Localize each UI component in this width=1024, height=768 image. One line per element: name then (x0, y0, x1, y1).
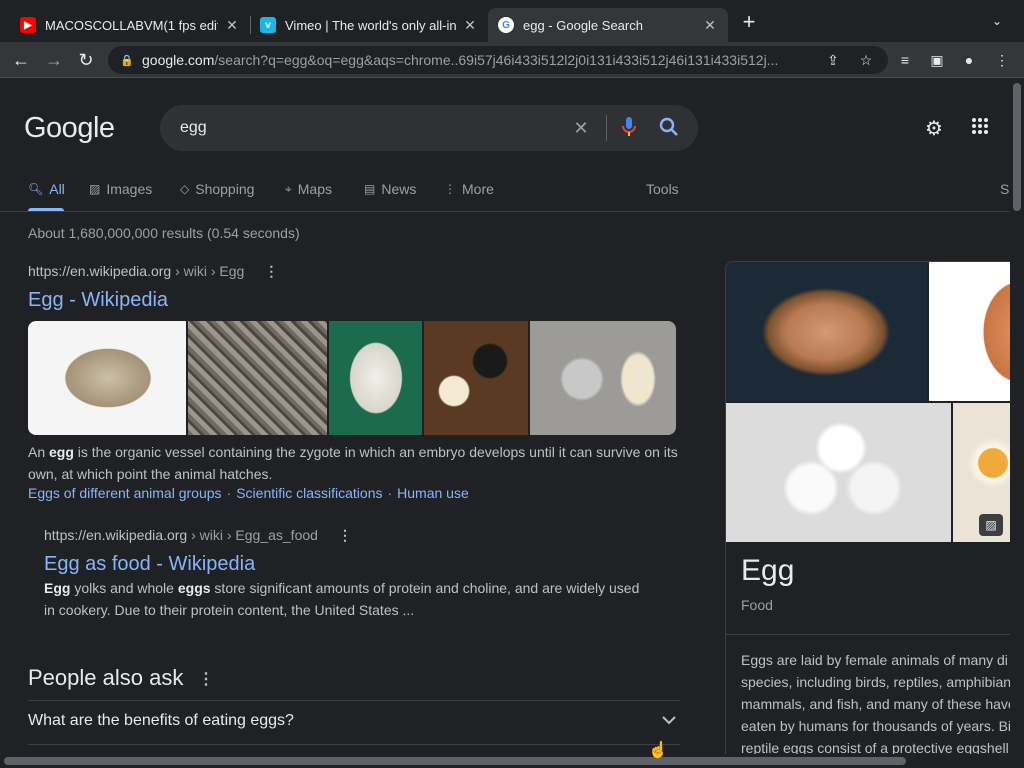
search-input[interactable] (180, 119, 560, 137)
divider (28, 700, 680, 701)
tools-button[interactable]: Tools (646, 180, 679, 198)
result-cite[interactable]: https://en.wikipedia.org › wiki › Egg ⋮ (28, 263, 278, 280)
url-path: /search?q=egg&oq=egg&aqs=chrome..69i57j4… (214, 52, 779, 68)
close-icon[interactable]: ✕ (702, 17, 718, 34)
reload-icon[interactable]: ↻ (75, 49, 97, 71)
scrollbar-thumb[interactable] (1013, 83, 1021, 211)
profile-icon[interactable]: ● (959, 50, 979, 70)
tab-search-chevron-icon[interactable]: ⌄ (992, 14, 1002, 28)
browser-menu-icon[interactable]: ⋮ (992, 50, 1012, 70)
egg-image[interactable] (529, 321, 676, 435)
hand-cursor-icon: ☝ (648, 742, 668, 759)
tab-shopping[interactable]: ◇ Shopping (180, 180, 254, 198)
vimeo-icon: v (260, 17, 276, 33)
result-cite[interactable]: https://en.wikipedia.org › wiki › Egg_as… (44, 527, 352, 544)
result-snippet: Egg yolks and whole eggs store significa… (44, 580, 640, 618)
search-box-divider (606, 115, 607, 141)
bookmark-star-icon[interactable]: ☆ (856, 50, 876, 70)
tab-images[interactable]: ▨ Images (89, 180, 152, 198)
close-icon[interactable]: ✕ (224, 17, 240, 34)
result-title-link[interactable]: Egg - Wikipedia (28, 289, 168, 312)
paa-options-icon[interactable]: ⋮ (198, 669, 214, 689)
pin-icon: ⌖ (285, 181, 292, 196)
back-arrow-icon[interactable]: ← (10, 49, 32, 71)
kebab-icon: ⋮ (444, 182, 456, 196)
people-also-ask-title: People also ask (28, 665, 184, 690)
egg-image[interactable] (188, 321, 328, 435)
sitelink[interactable]: Scientific classifications (236, 485, 382, 501)
browser-tab-strip: ▶ MACOSCOLLABVM(1 fps editio ✕ v Vimeo |… (0, 0, 1024, 42)
google-icon: G (498, 17, 514, 33)
tab-title: Vimeo | The world's only all-in- (285, 17, 456, 33)
side-panel-icon[interactable]: ▣ (927, 50, 947, 70)
settings-gear-icon[interactable]: ⚙ (922, 117, 946, 141)
image-icon: ▨ (89, 182, 101, 196)
egg-image[interactable] (929, 262, 1010, 401)
address-bar[interactable]: 🔒 google.com /search?q=egg&oq=egg&aqs=ch… (108, 46, 888, 74)
sitelink[interactable]: Human use (397, 485, 469, 501)
share-icon[interactable]: ⇪ (823, 50, 843, 70)
knowledge-panel-description: Eggs are laid by female animals of many … (741, 652, 1010, 754)
horizontal-scrollbar[interactable] (0, 754, 1024, 768)
url-domain: google.com (142, 52, 215, 68)
safesearch-clipped-label[interactable]: S (1000, 180, 1009, 198)
microphone-icon[interactable] (618, 117, 640, 139)
paa-question[interactable]: What are the benefits of eating eggs? (28, 712, 680, 730)
white-eggs-image[interactable] (726, 403, 951, 542)
egg-image[interactable] (28, 321, 187, 435)
scrollbar-thumb[interactable] (4, 757, 906, 765)
clear-icon[interactable]: ✕ (570, 117, 592, 139)
tab-news[interactable]: ▤ News (364, 180, 416, 198)
tab-more[interactable]: ⋮ More (444, 180, 494, 198)
tab-maps[interactable]: ⌖ Maps (285, 180, 332, 198)
search-icon: 🔍︎ (28, 182, 44, 196)
search-icon[interactable] (658, 117, 680, 139)
knowledge-panel: ▨ Egg Food Eggs are laid by female anima… (725, 261, 1010, 754)
divider (726, 634, 1010, 635)
search-tabs: 🔍︎ All ▨ Images ◇ Shopping ⌖ Maps ▤ News ⋮ Mor… (0, 175, 1010, 212)
egg-image[interactable] (329, 321, 423, 435)
browser-toolbar: ← → ↻ 🔒 google.com /search?q=egg&oq=egg&… (0, 42, 1024, 78)
chevron-down-icon (662, 712, 676, 728)
news-icon: ▤ (364, 182, 376, 196)
browser-tab-vimeo[interactable]: v Vimeo | The world's only all-in- ✕ (250, 8, 488, 42)
tab-title: egg - Google Search (523, 17, 643, 33)
media-controls-icon[interactable]: ≡ (895, 50, 915, 70)
search-results-page: Google ✕ ⚙ 🔍︎All ▨Images ◇Shopping ⌖Maps… (0, 79, 1010, 754)
knowledge-panel-title: Egg (741, 554, 795, 587)
lock-icon: 🔒 (120, 54, 134, 67)
result-stats: About 1,680,000,000 results (0.54 second… (28, 225, 300, 241)
result-snippet: An egg is the organic vessel containing … (28, 444, 678, 482)
tab-title: MACOSCOLLABVM(1 fps editio (45, 17, 218, 33)
sitelink[interactable]: Eggs of different animal groups (28, 485, 222, 501)
sitelinks: Eggs of different animal groups · Scientif… (28, 485, 469, 501)
result-options-icon[interactable]: ⋮ (338, 527, 352, 543)
result-title-link[interactable]: Egg as food - Wikipedia (44, 553, 255, 576)
apps-grid-icon[interactable] (968, 117, 992, 141)
divider (28, 744, 680, 745)
google-logo[interactable]: Google (24, 112, 115, 145)
result-options-icon[interactable]: ⋮ (264, 263, 278, 279)
close-icon[interactable]: ✕ (462, 17, 478, 34)
egg-basket-image[interactable] (726, 262, 927, 401)
result-image-strip (28, 321, 676, 435)
tab-all[interactable]: 🔍︎ All (28, 180, 65, 198)
vertical-scrollbar[interactable] (1010, 79, 1024, 754)
youtube-icon: ▶ (20, 17, 36, 33)
forward-arrow-icon[interactable]: → (43, 49, 65, 71)
search-box[interactable]: ✕ (160, 105, 698, 151)
new-tab-button[interactable]: + (738, 11, 760, 34)
active-tab-indicator (28, 208, 64, 211)
more-images-icon[interactable]: ▨ (979, 514, 1003, 536)
knowledge-panel-subtitle: Food (741, 597, 773, 613)
tag-icon: ◇ (180, 182, 190, 196)
egg-image[interactable] (424, 321, 528, 435)
browser-tab-google[interactable]: G egg - Google Search ✕ (488, 8, 728, 42)
browser-tab-youtube[interactable]: ▶ MACOSCOLLABVM(1 fps editio ✕ (10, 8, 250, 42)
